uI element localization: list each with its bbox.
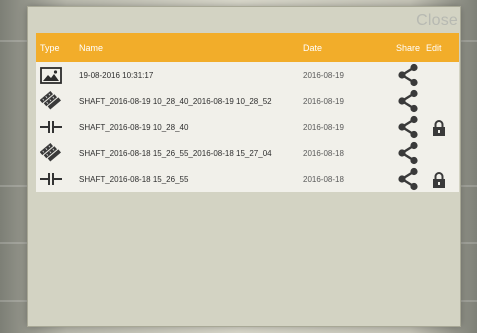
table-row[interactable]: SHAFT_2016-08-18 15_26_55 2016-08-18 bbox=[36, 166, 459, 192]
image-icon bbox=[40, 65, 62, 85]
table-row[interactable]: 19-08-2016 10:31:17 2016-08-19 bbox=[36, 62, 459, 88]
share-icon[interactable] bbox=[396, 141, 420, 165]
table-body: 19-08-2016 10:31:17 2016-08-19 SHAFT_201… bbox=[36, 62, 459, 192]
file-date: 2016-08-18 bbox=[303, 149, 344, 158]
share-icon[interactable] bbox=[396, 63, 420, 87]
file-name: 19-08-2016 10:31:17 bbox=[79, 71, 154, 80]
file-name: SHAFT_2016-08-19 10_28_40_2016-08-19 10_… bbox=[79, 97, 272, 106]
lock-icon[interactable] bbox=[432, 120, 446, 136]
file-date: 2016-08-19 bbox=[303, 123, 344, 132]
file-name: SHAFT_2016-08-18 15_26_55_2016-08-18 15_… bbox=[79, 149, 272, 158]
stack-icon bbox=[40, 143, 62, 163]
table-header: Type Name Date Share Edit bbox=[36, 33, 459, 62]
shaft-icon bbox=[40, 117, 62, 137]
column-header-date: Date bbox=[303, 43, 323, 53]
share-icon[interactable] bbox=[396, 89, 420, 113]
column-header-type: Type bbox=[40, 43, 60, 53]
table-row[interactable]: SHAFT_2016-08-18 15_26_55_2016-08-18 15_… bbox=[36, 140, 459, 166]
file-table: Type Name Date Share Edit 19-08-2016 10:… bbox=[36, 33, 459, 192]
file-date: 2016-08-19 bbox=[303, 97, 344, 106]
close-button[interactable]: Close bbox=[416, 12, 458, 30]
file-name: SHAFT_2016-08-18 15_26_55 bbox=[79, 175, 189, 184]
table-row[interactable]: SHAFT_2016-08-19 10_28_40_2016-08-19 10_… bbox=[36, 88, 459, 114]
column-header-share: Share bbox=[396, 43, 421, 53]
file-list-dialog: Close Type Name Date Share Edit 19-08-20… bbox=[28, 7, 460, 326]
file-name: SHAFT_2016-08-19 10_28_40 bbox=[79, 123, 189, 132]
shaft-icon bbox=[40, 169, 62, 189]
share-icon[interactable] bbox=[396, 115, 420, 139]
file-date: 2016-08-18 bbox=[303, 175, 344, 184]
stack-icon bbox=[40, 91, 62, 111]
file-date: 2016-08-19 bbox=[303, 71, 344, 80]
column-header-name: Name bbox=[79, 43, 104, 53]
lock-icon[interactable] bbox=[432, 172, 446, 188]
column-header-edit: Edit bbox=[426, 43, 442, 53]
table-row[interactable]: SHAFT_2016-08-19 10_28_40 2016-08-19 bbox=[36, 114, 459, 140]
share-icon[interactable] bbox=[396, 167, 420, 191]
